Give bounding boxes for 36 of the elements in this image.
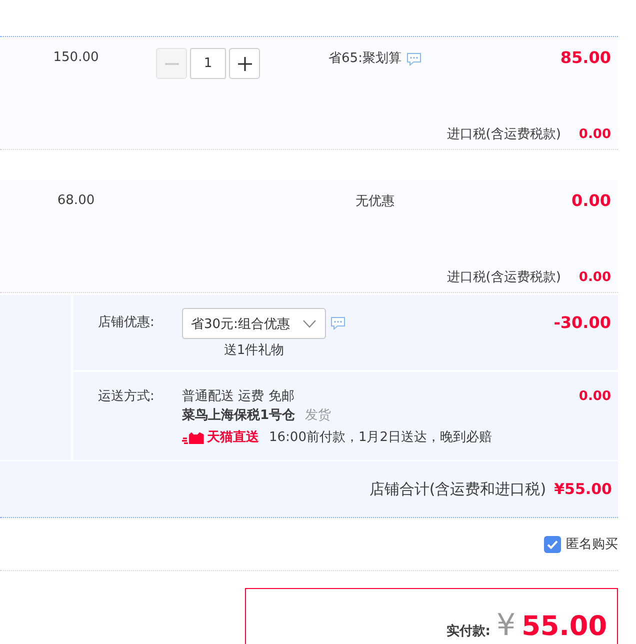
discount-select[interactable]: 省30元:组合优惠 [182,308,326,339]
speed-cat-icon [182,432,204,444]
dispatch-note: 发货 [305,407,332,425]
delivery-brand-label: 天猫直送 [207,429,259,447]
discount-amount: -30.00 [554,312,612,334]
store-total-amount: ¥55.00 [554,480,612,498]
chat-bubble-icon[interactable] [331,317,345,330]
discount-label: 店铺优惠: [98,314,156,332]
promo-label: 无优惠 [356,193,394,211]
increase-button[interactable] [229,48,260,79]
tax-amount: 0.00 [578,127,611,142]
tax-label: 进口税(含运费税款) [446,269,561,287]
unit-price: 150.00 [53,49,99,66]
anonymous-label: 匿名购买 [566,536,618,553]
shipping-amount: 0.00 [578,388,612,406]
item-subtotal: 85.00 [560,48,612,68]
unit-price: 68.00 [57,192,95,209]
payment-amount: 55.00 [522,611,607,642]
store-total-label: 店铺合计(含运费和进口税) [369,480,546,498]
tax-amount: 0.00 [578,270,611,285]
chevron-down-icon [303,320,316,328]
promo-label: 省65:聚划算 [328,50,402,68]
item-subtotal: 0.00 [572,191,612,211]
gift-note: 送1件礼物 [224,342,284,360]
currency-symbol: ¥ [496,608,516,643]
checkbox[interactable] [544,536,561,552]
tax-label: 进口税(含运费税款) [446,126,561,144]
quantity-input[interactable]: 1 [190,48,226,79]
warehouse-name: 菜鸟上海保税1号仓 [182,407,296,425]
plus-icon [238,56,252,70]
shipping-method: 普通配送 运费 免邮 [182,388,296,406]
shipping-label: 运送方式: [98,388,156,406]
payment-label: 实付款: [446,622,490,640]
minus-icon [164,62,178,64]
delivery-promise: 16:00前付款，1月2日送达，晚到必赔 [269,429,492,447]
chat-bubble-icon[interactable] [407,52,422,66]
